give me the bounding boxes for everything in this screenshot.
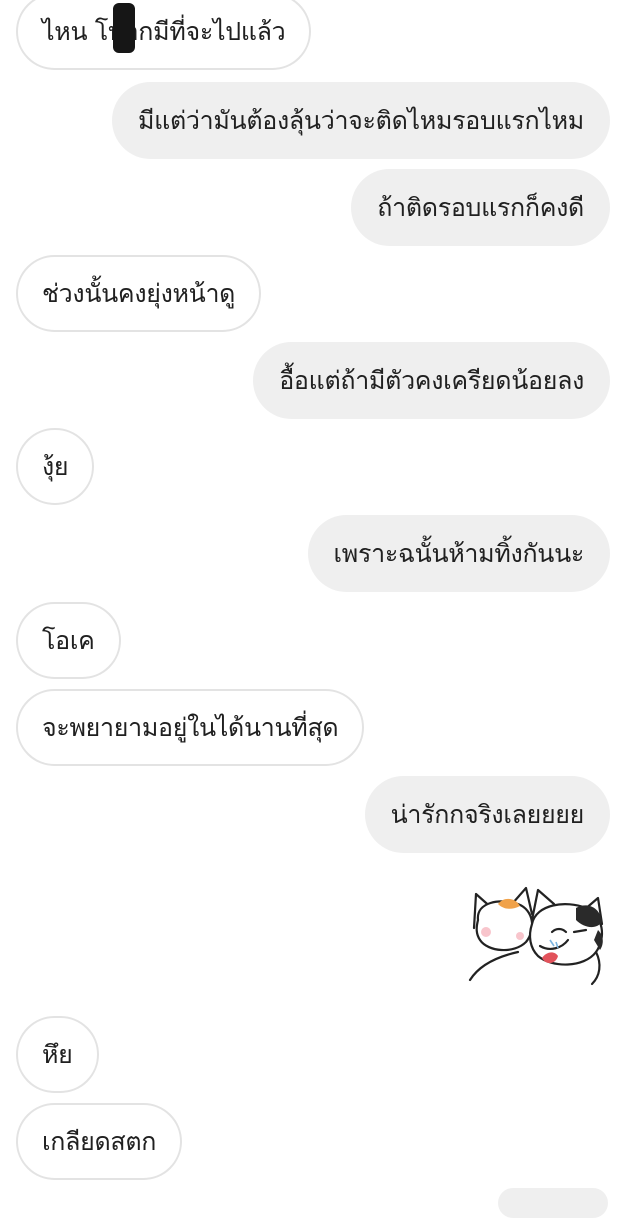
- message-text: มีแต่ว่ามันต้องลุ้นว่าจะติดไหมรอบแรกไหม: [137, 105, 584, 135]
- message-outgoing-3[interactable]: ถ้าติดรอบแรกก็คงดี: [351, 169, 610, 246]
- message-text: ถ้าติดรอบแรกก็คงดี: [377, 192, 584, 222]
- message-text: อื้อแต่ถ้ามีตัวคงเครียดน้อยลง: [279, 365, 584, 395]
- message-incoming-4[interactable]: ช่วงนั้นคงยุ่งหน้าดู: [16, 255, 262, 332]
- message-text: โอเค: [42, 625, 95, 655]
- message-outgoing-partial[interactable]: [498, 1188, 608, 1218]
- message-incoming-9[interactable]: จะพยายามอยู่ในได้นานที่สุด: [16, 689, 365, 766]
- message-incoming-11[interactable]: หึย: [16, 1016, 99, 1093]
- chat-thread: ไหน โบอกมีที่จะไปแล้ว มีแต่ว่ามันต้องลุ้…: [0, 0, 634, 1218]
- message-outgoing-2[interactable]: มีแต่ว่ามันต้องลุ้นว่าจะติดไหมรอบแรกไหม: [111, 82, 610, 159]
- message-text: งุ้ย: [42, 451, 69, 481]
- message-text: จะพยายามอยู่ในได้นานที่สุด: [42, 712, 339, 742]
- message-incoming-1[interactable]: ไหน โบอกมีที่จะไปแล้ว: [16, 0, 312, 70]
- message-incoming-6[interactable]: งุ้ย: [16, 428, 95, 505]
- message-text: เพราะฉนั้นห้ามทิ้งกันนะ: [333, 538, 585, 568]
- cat-hug-sticker-icon[interactable]: [466, 880, 616, 990]
- message-outgoing-7[interactable]: เพราะฉนั้นห้ามทิ้งกันนะ: [307, 515, 610, 592]
- message-text: ช่วงนั้นคงยุ่งหน้าดู: [42, 278, 236, 308]
- message-text: เกลียดสตก: [42, 1126, 157, 1156]
- message-incoming-12[interactable]: เกลียดสตก: [16, 1103, 183, 1180]
- message-text: หึย: [42, 1039, 73, 1069]
- message-incoming-8[interactable]: โอเค: [16, 602, 121, 679]
- redaction-mark: [113, 3, 135, 53]
- message-text: น่ารักกจริงเลยยยย: [390, 799, 585, 829]
- message-outgoing-10[interactable]: น่ารักกจริงเลยยยย: [364, 776, 610, 853]
- message-text: ไหน โบอกมีที่จะไปแล้ว: [42, 16, 286, 46]
- message-outgoing-5[interactable]: อื้อแต่ถ้ามีตัวคงเครียดน้อยลง: [253, 342, 610, 419]
